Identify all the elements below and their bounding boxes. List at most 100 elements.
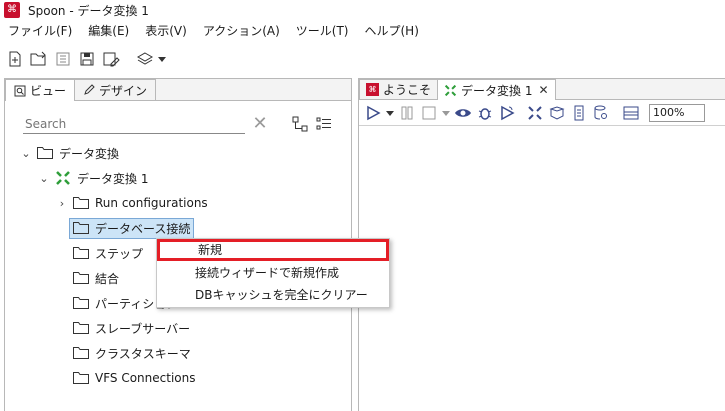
menu-bar: ファイル(F) 編集(E) 表示(V) アクション(A) ツール(T) ヘルプ(… [0,20,725,42]
debug-button[interactable] [475,103,495,123]
tab-welcome-label: ようこそ [383,83,432,97]
folder-icon [73,247,89,259]
menu-view[interactable]: 表示(V) [137,20,195,42]
tree-node-root[interactable]: ⌄ データ変換 [19,142,119,164]
tree-label: クラスタスキーマ [95,346,191,361]
context-menu: 新規 接続ウィザードで新規作成 DBキャッシュを完全にクリアー [156,238,390,308]
folder-icon [73,347,89,359]
repository-icon [56,52,70,66]
tab-design-label: デザイン [99,83,148,98]
tree-label: スレーブサーバー [95,321,191,336]
tree-node-transformation[interactable]: ⌄ データ変換 1 [37,167,148,189]
tab-welcome[interactable]: ⌘ ようこそ [359,79,439,99]
folder-icon [73,272,89,284]
open-file-button[interactable] [28,48,50,70]
search-row: ✕ [23,113,345,135]
collapse-all-button[interactable] [291,115,309,133]
spoon-app-icon: ⌘ [4,2,20,18]
tree-label: データベース接続 [95,221,191,236]
main-toolbar [0,44,725,74]
menu-help[interactable]: ヘルプ(H) [357,20,427,42]
chevron-right-icon[interactable]: › [55,197,69,210]
tab-view[interactable]: ビュー [5,79,76,101]
save-as-button[interactable] [100,48,122,70]
search-input[interactable] [23,114,245,134]
title-bar: ⌘ Spoon - データ変換 1 [0,0,725,20]
stop-options-dropdown[interactable] [441,103,451,123]
menu-action[interactable]: アクション(A) [195,20,288,42]
verify-button[interactable] [525,103,545,123]
tree-item-hops[interactable]: 結合 [73,267,119,289]
new-file-button[interactable] [4,48,26,70]
list-icon [316,117,331,130]
context-menu-new[interactable]: 新規 [157,239,389,261]
zoom-combo[interactable]: 100% [649,103,705,122]
chevron-down-icon[interactable]: ⌄ [37,172,51,185]
pause-icon [401,106,413,119]
open-folder-icon [30,51,46,66]
folder-icon [73,322,89,334]
spoon-icon: ⌘ [366,83,379,96]
transformation-toolbar: 100% [359,100,725,126]
window-title: Spoon - データ変換 1 [28,3,149,18]
dropdown-arrow-icon [158,57,166,62]
bug-icon [478,107,492,120]
editor-tabs: ⌘ ようこそ データ変換 1 ✕ [359,79,725,100]
tree-item-slave-servers[interactable]: スレーブサーバー [73,317,190,339]
tree-item-run-configurations[interactable]: › Run configurations [55,192,208,214]
chevron-down-icon[interactable]: ⌄ [19,147,33,160]
menu-edit[interactable]: 編集(E) [80,20,137,42]
tree-label: 結合 [95,271,120,286]
right-panel: ⌘ ようこそ データ変換 1 ✕ 100% [358,78,725,411]
tree-item-cluster-schemas[interactable]: クラスタスキーマ [73,342,191,364]
folder-icon [37,147,53,159]
run-button[interactable] [363,103,383,123]
list-view-button[interactable] [315,115,333,133]
preview-button[interactable] [453,103,473,123]
explore-repository-button[interactable] [52,48,74,70]
replay-button[interactable] [497,103,517,123]
run-options-dropdown[interactable] [385,103,395,123]
transformation-icon [56,171,70,185]
context-menu-new-wizard[interactable]: 接続ウィザードで新規作成 [157,262,389,284]
run-icon [367,105,381,120]
tree-item-steps[interactable]: ステップ [73,242,143,264]
tab-transformation-1[interactable]: データ変換 1 ✕ [437,79,556,100]
clear-search-icon[interactable]: ✕ [251,115,269,133]
tab-transformation-label: データ変換 1 [461,83,533,98]
layers-icon [136,52,154,65]
replay-icon [501,105,515,120]
transformation-icon [444,84,457,96]
save-icon [80,52,94,66]
stop-button[interactable] [419,103,439,123]
generate-sql-button[interactable] [569,103,589,123]
tree-item-vfs-connections[interactable]: VFS Connections [73,367,195,389]
tree-hierarchy-icon [292,116,308,132]
show-results-button[interactable] [621,103,641,123]
close-tab-icon[interactable]: ✕ [538,83,548,97]
pencil-icon [84,84,95,95]
menu-tools[interactable]: ツール(T) [288,20,357,42]
dropdown-arrow-icon [386,110,394,116]
tab-view-label: ビュー [30,84,67,98]
perspective-button[interactable] [134,48,168,70]
left-panel-tabs: ビュー デザイン [5,79,351,101]
folder-icon [73,297,89,309]
menu-file[interactable]: ファイル(F) [0,20,80,42]
dropdown-arrow-icon [442,110,450,116]
tab-design[interactable]: デザイン [74,79,157,100]
impact-analysis-button[interactable] [547,103,567,123]
folder-icon [73,222,89,234]
tree-label: Run configurations [95,196,208,210]
selection-highlight: データベース接続 [69,217,195,239]
save-as-icon [103,52,120,67]
database-search-icon [594,105,607,119]
save-button[interactable] [76,48,98,70]
explore-database-button[interactable] [591,103,611,123]
pause-button[interactable] [397,103,417,123]
context-menu-clear-db-cache[interactable]: DBキャッシュを完全にクリアー [157,284,389,306]
tree-item-database-connections[interactable]: データベース接続 [69,217,195,239]
folder-icon [73,372,89,384]
tree-label: VFS Connections [95,371,196,385]
tree-label: ステップ [95,246,144,261]
